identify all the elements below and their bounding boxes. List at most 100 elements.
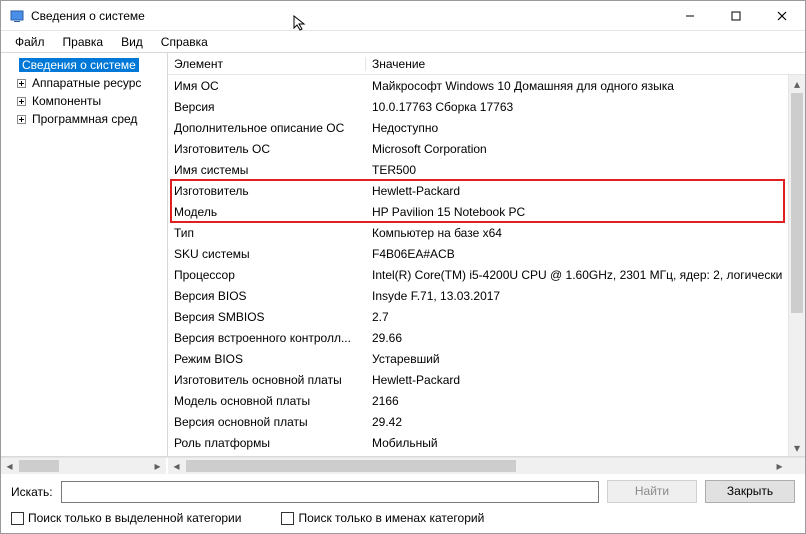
table-row[interactable]: МодельHP Pavilion 15 Notebook PC [168, 201, 805, 222]
hscroll-left-icon[interactable]: ◂ [168, 458, 185, 474]
cell-value: Insyde F.71, 13.03.2017 [366, 289, 805, 303]
cell-value: Недоступно [366, 121, 805, 135]
cell-value: 29.66 [366, 331, 805, 345]
scroll-up-icon[interactable]: ▴ [789, 75, 805, 92]
collapse-icon[interactable] [5, 59, 17, 71]
tree-item[interactable]: Аппаратные ресурс [1, 74, 167, 92]
column-element[interactable]: Элемент [168, 57, 366, 71]
cell-value: Мобильный [366, 436, 805, 450]
cell-element: Изготовитель [168, 184, 366, 198]
cell-element: Версия встроенного контролл... [168, 331, 366, 345]
cell-value: Intel(R) Core(TM) i5-4200U CPU @ 1.60GHz… [366, 268, 805, 282]
cell-element: Изготовитель основной платы [168, 373, 366, 387]
table-row[interactable]: Имя системыTER500 [168, 159, 805, 180]
cell-element: Версия SMBIOS [168, 310, 366, 324]
hscroll-thumb-tree[interactable] [19, 460, 59, 472]
scroll-thumb[interactable] [791, 93, 803, 313]
cell-value: HP Pavilion 15 Notebook PC [366, 205, 805, 219]
tree-root[interactable]: Сведения о системе [1, 56, 167, 74]
hscroll-left-icon[interactable]: ◂ [1, 458, 18, 474]
cell-element: Версия BIOS [168, 289, 366, 303]
window-title: Сведения о системе [31, 9, 145, 23]
cell-value: Microsoft Corporation [366, 142, 805, 156]
table-row[interactable]: Режим BIOSУстаревший [168, 348, 805, 369]
cell-value: F4B06EA#ACB [366, 247, 805, 261]
menu-file[interactable]: Файл [7, 33, 53, 51]
menu-edit[interactable]: Правка [55, 33, 112, 51]
cell-value: Майкрософт Windows 10 Домашняя для одног… [366, 79, 805, 93]
menu-help[interactable]: Справка [153, 33, 216, 51]
horizontal-scrollbar[interactable]: ◂ ▸ ◂ ▸ [1, 457, 805, 474]
cell-element: Имя ОС [168, 79, 366, 93]
table-row[interactable]: Дополнительное описание ОСНедоступно [168, 117, 805, 138]
cell-element: Роль платформы [168, 436, 366, 450]
search-input[interactable] [61, 481, 599, 503]
cell-element: SKU системы [168, 247, 366, 261]
column-value[interactable]: Значение [366, 57, 425, 71]
cell-element: Версия основной платы [168, 415, 366, 429]
close-button[interactable] [759, 1, 805, 31]
tree-item[interactable]: Программная сред [1, 110, 167, 128]
expand-icon[interactable] [15, 77, 27, 89]
expand-icon[interactable] [15, 113, 27, 125]
table-row[interactable]: Версия BIOSInsyde F.71, 13.03.2017 [168, 285, 805, 306]
table-row[interactable]: Версия основной платы29.42 [168, 411, 805, 432]
search-label: Искать: [11, 485, 53, 499]
system-information-window: Сведения о системе Файл Правка Вид Справ… [0, 0, 806, 534]
cell-element: Имя системы [168, 163, 366, 177]
scroll-down-icon[interactable]: ▾ [789, 439, 805, 456]
cell-element: Процессор [168, 268, 366, 282]
cell-element: Дополнительное описание ОС [168, 121, 366, 135]
tree-item[interactable]: Компоненты [1, 92, 167, 110]
hscroll-thumb-list[interactable] [186, 460, 516, 472]
vertical-scrollbar[interactable]: ▴ ▾ [788, 75, 805, 456]
titlebar: Сведения о системе [1, 1, 805, 31]
cell-value: 29.42 [366, 415, 805, 429]
table-row[interactable]: Версия10.0.17763 Сборка 17763 [168, 96, 805, 117]
cell-value: 2166 [366, 394, 805, 408]
cell-element: Модель основной платы [168, 394, 366, 408]
table-row[interactable]: Модель основной платы2166 [168, 390, 805, 411]
footer: Искать: Найти Закрыть Поиск только в выд… [1, 474, 805, 533]
cell-value: Устаревший [366, 352, 805, 366]
column-headers: Элемент Значение [168, 53, 805, 75]
cell-value: TER500 [366, 163, 805, 177]
maximize-button[interactable] [713, 1, 759, 31]
table-row[interactable]: SKU системыF4B06EA#ACB [168, 243, 805, 264]
cell-value: Hewlett-Packard [366, 184, 805, 198]
menubar: Файл Правка Вид Справка [1, 31, 805, 53]
cell-value: 2.7 [366, 310, 805, 324]
checkbox-selected-category[interactable]: Поиск только в выделенной категории [11, 511, 241, 525]
cell-element: Режим BIOS [168, 352, 366, 366]
table-row[interactable]: ИзготовительHewlett-Packard [168, 180, 805, 201]
table-row[interactable]: ПроцессорIntel(R) Core(TM) i5-4200U CPU … [168, 264, 805, 285]
checkbox-icon [281, 512, 294, 525]
cell-value: Hewlett-Packard [366, 373, 805, 387]
table-row[interactable]: ТипКомпьютер на базе x64 [168, 222, 805, 243]
cell-element: Версия [168, 100, 366, 114]
checkbox-category-names[interactable]: Поиск только в именах категорий [281, 511, 484, 525]
details-list: Элемент Значение Имя ОСМайкрософт Window… [168, 53, 805, 456]
minimize-button[interactable] [667, 1, 713, 31]
cell-element: Модель [168, 205, 366, 219]
find-button[interactable]: Найти [607, 480, 697, 503]
table-row[interactable]: Изготовитель ОСMicrosoft Corporation [168, 138, 805, 159]
table-row[interactable]: Изготовитель основной платыHewlett-Packa… [168, 369, 805, 390]
rows-container: Имя ОСМайкрософт Windows 10 Домашняя для… [168, 75, 805, 453]
expand-icon[interactable] [15, 95, 27, 107]
cell-value: 10.0.17763 Сборка 17763 [366, 100, 805, 114]
cell-element: Тип [168, 226, 366, 240]
hscroll-right-icon[interactable]: ▸ [149, 458, 166, 474]
table-row[interactable]: Имя ОСМайкрософт Windows 10 Домашняя для… [168, 75, 805, 96]
cell-element: Изготовитель ОС [168, 142, 366, 156]
menu-view[interactable]: Вид [113, 33, 151, 51]
table-row[interactable]: Версия встроенного контролл...29.66 [168, 327, 805, 348]
close-footer-button[interactable]: Закрыть [705, 480, 795, 503]
table-row[interactable]: Роль платформыМобильный [168, 432, 805, 453]
category-tree[interactable]: Сведения о системе Аппаратные ресурсКомп… [1, 53, 168, 456]
table-row[interactable]: Версия SMBIOS2.7 [168, 306, 805, 327]
cell-value: Компьютер на базе x64 [366, 226, 805, 240]
app-icon [9, 8, 25, 24]
hscroll-right-icon[interactable]: ▸ [771, 458, 788, 474]
checkbox-icon [11, 512, 24, 525]
